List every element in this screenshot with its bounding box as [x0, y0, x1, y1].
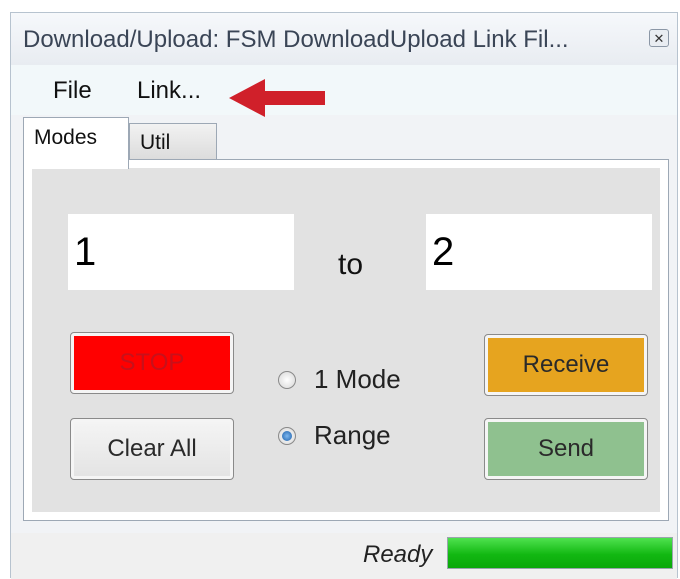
tab-modes[interactable]: Modes	[23, 117, 129, 169]
radio-button-unselected[interactable]	[278, 370, 296, 389]
download-upload-window: Download/Upload: FSM DownloadUpload Link…	[10, 12, 678, 579]
clear-all-button-label: Clear All	[74, 422, 230, 476]
stop-button[interactable]: STOP	[70, 332, 234, 394]
status-bar: Ready	[11, 533, 677, 579]
progress-fill	[448, 538, 672, 568]
tab-util-label: Util	[140, 131, 171, 154]
stop-button-label: STOP	[74, 336, 230, 390]
radio-button-selected[interactable]	[278, 426, 296, 445]
menu-file[interactable]: File	[53, 77, 92, 105]
from-mode-field[interactable]: 1	[68, 214, 294, 290]
send-button[interactable]: Send	[484, 418, 648, 480]
receive-button[interactable]: Receive	[484, 334, 648, 396]
menu-bar: File Link...	[11, 65, 677, 115]
send-button-label: Send	[488, 422, 644, 476]
close-icon[interactable]: ✕	[649, 29, 669, 47]
progress-bar	[447, 537, 673, 569]
menu-link[interactable]: Link...	[137, 77, 201, 105]
modes-tab-panel: 1 to 2 STOP Clear All 1 Mode Range Recei…	[23, 159, 669, 521]
receive-button-label: Receive	[488, 338, 644, 392]
window-title: Download/Upload: FSM DownloadUpload Link…	[23, 26, 569, 53]
radio-range-label: Range	[314, 420, 391, 450]
radio-one-mode[interactable]: 1 Mode	[278, 364, 401, 395]
to-label: to	[338, 248, 364, 281]
clear-all-button[interactable]: Clear All	[70, 418, 234, 480]
to-mode-field[interactable]: 2	[426, 214, 652, 290]
arrow-left-icon	[229, 79, 325, 117]
radio-one-mode-label: 1 Mode	[314, 364, 401, 394]
radio-range[interactable]: Range	[278, 420, 391, 451]
tab-modes-label: Modes	[34, 126, 98, 149]
tab-util[interactable]: Util	[129, 123, 217, 159]
modes-panel-body: 1 to 2 STOP Clear All 1 Mode Range Recei…	[32, 168, 660, 512]
status-text: Ready	[363, 541, 433, 568]
title-bar[interactable]: Download/Upload: FSM DownloadUpload Link…	[11, 13, 677, 65]
